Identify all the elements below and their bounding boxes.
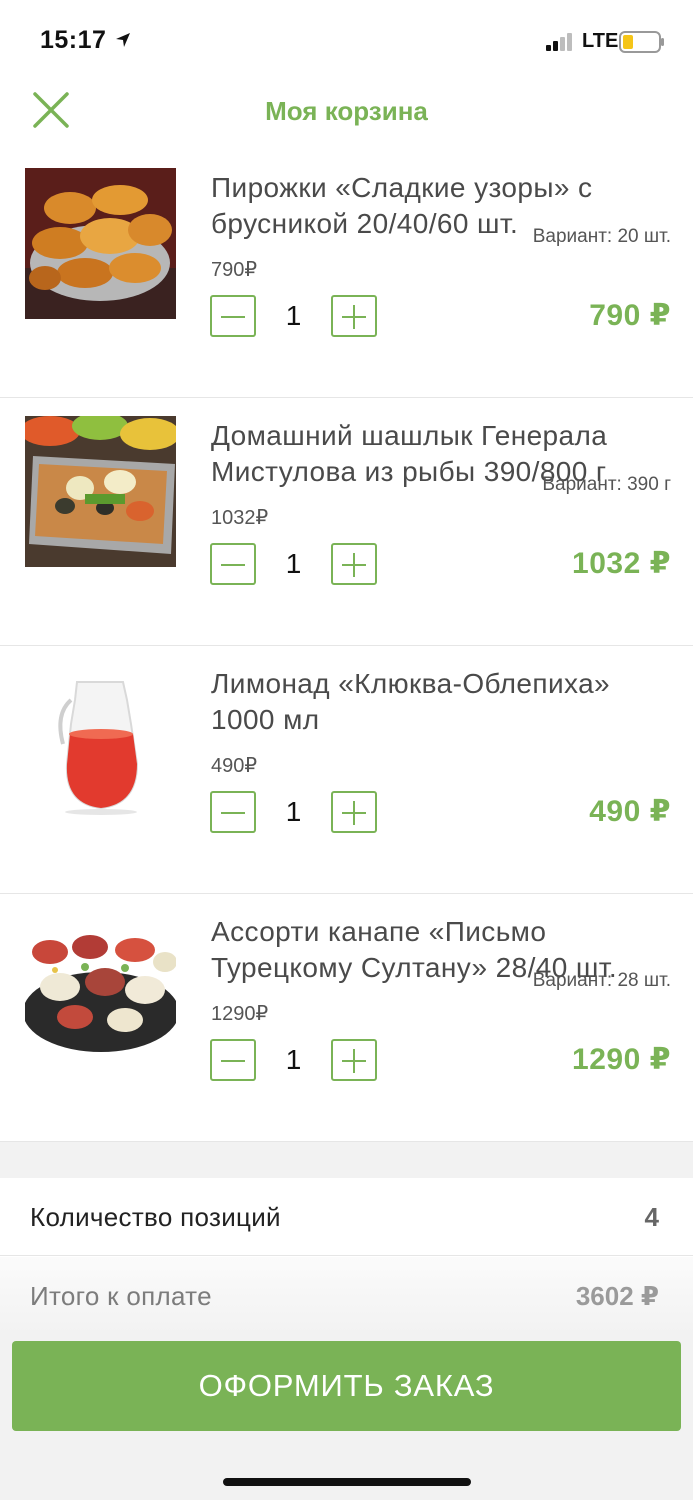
decrease-quantity-button[interactable] (210, 791, 256, 833)
cart-list: Пирожки «Сладкие узоры» с брусникой 20/4… (0, 150, 693, 1142)
item-variant: Вариант: 20 шт. (532, 226, 671, 247)
item-unit-price: 790₽ (211, 259, 258, 281)
total-label: Итого к оплате (30, 1281, 212, 1311)
checkout-label: ОФОРМИТЬ ЗАКАЗ (198, 1368, 495, 1403)
navigation-header: Моя корзина (0, 80, 693, 144)
minus-icon (221, 1060, 245, 1062)
decrease-quantity-button[interactable] (210, 1039, 256, 1081)
item-total-price: 790 ₽ (589, 299, 671, 332)
increase-quantity-button[interactable] (331, 543, 377, 585)
checkout-button[interactable]: ОФОРМИТЬ ЗАКАЗ (12, 1341, 681, 1431)
plus-icon-vertical (353, 553, 355, 577)
increase-quantity-button[interactable] (331, 791, 377, 833)
items-count-row: Количество позиций 4 (0, 1178, 693, 1256)
increase-quantity-button[interactable] (331, 295, 377, 337)
product-image-lemonade[interactable] (25, 664, 176, 815)
item-unit-price: 1290₽ (211, 1003, 269, 1025)
plus-icon-vertical (353, 305, 355, 329)
total-row: Итого к оплате 3602 ₽ (0, 1257, 693, 1335)
product-image-shashlik[interactable] (25, 416, 176, 567)
cellular-signal-icon (546, 33, 572, 51)
increase-quantity-button[interactable] (331, 1039, 377, 1081)
quantity-value: 1 (285, 548, 302, 579)
items-count-value: 4 (644, 1202, 659, 1232)
network-type: LTE (582, 30, 619, 52)
fish-shashlik-photo (25, 416, 176, 567)
plus-icon-vertical (353, 1049, 355, 1073)
item-total-price: 1032 ₽ (572, 547, 671, 580)
plus-icon-vertical (353, 801, 355, 825)
home-indicator[interactable] (223, 1478, 471, 1486)
status-time: 15:17 (40, 26, 107, 54)
quantity-value: 1 (285, 1044, 302, 1075)
items-count-label: Количество позиций (30, 1202, 281, 1232)
cart-item: Лимонад «Клюква-Облепиха» 1000 мл 490₽ 1… (0, 646, 693, 894)
location-arrow-icon (116, 33, 130, 47)
product-image-pirozhki[interactable] (25, 168, 176, 319)
page-title: Моя корзина (265, 96, 428, 126)
quantity-value: 1 (285, 300, 302, 331)
summary-divider (0, 1142, 693, 1178)
minus-icon (221, 812, 245, 814)
quantity-value: 1 (285, 796, 302, 827)
battery-low-icon (619, 31, 664, 53)
item-variant: Вариант: 390 г (542, 474, 671, 495)
item-total-price: 1290 ₽ (572, 1043, 671, 1076)
decrease-quantity-button[interactable] (210, 543, 256, 585)
item-total-price: 490 ₽ (589, 795, 671, 828)
item-title: Лимонад «Клюква-Облепиха» 1000 мл (211, 668, 611, 735)
product-image-canape[interactable] (25, 912, 176, 1063)
item-unit-price: 1032₽ (211, 507, 269, 529)
status-bar: 15:17 LTE (0, 0, 693, 80)
item-variant: Вариант: 28 шт. (532, 970, 671, 991)
decrease-quantity-button[interactable] (210, 295, 256, 337)
minus-icon (221, 564, 245, 566)
total-value: 3602 ₽ (575, 1281, 659, 1311)
pirozhki-photo (25, 168, 176, 319)
item-unit-price: 490₽ (211, 755, 258, 777)
minus-icon (221, 316, 245, 318)
cart-item: Ассорти канапе «Письмо Турецкому Султану… (0, 894, 693, 1142)
lemonade-jug-photo (25, 664, 176, 815)
cart-item: Домашний шашлык Генерала Мистулова из ры… (0, 398, 693, 646)
canape-platter-photo (25, 912, 176, 1063)
cart-item: Пирожки «Сладкие узоры» с брусникой 20/4… (0, 150, 693, 398)
